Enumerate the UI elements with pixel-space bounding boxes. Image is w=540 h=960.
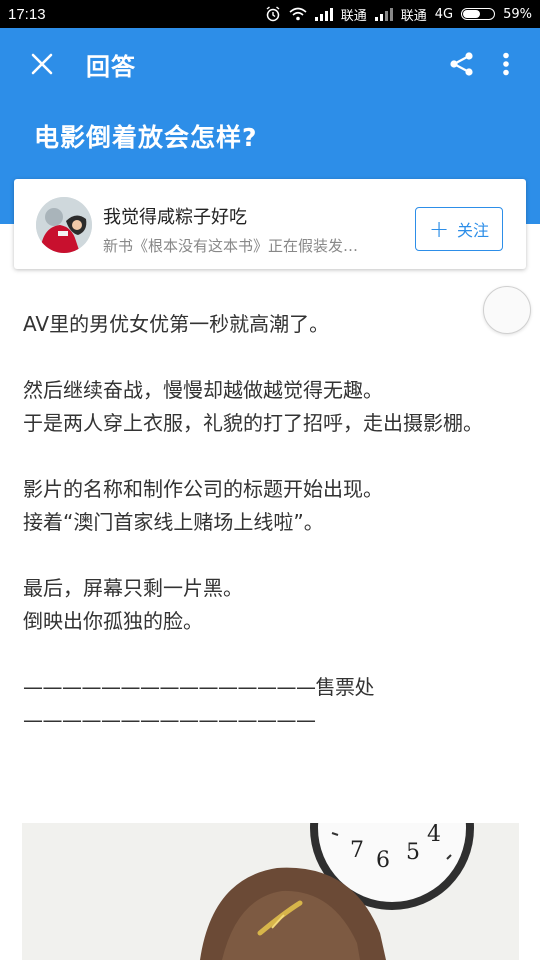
author-bio: 新书《根本没有这本书》正在假装发… (103, 237, 359, 255)
answer-paragraph: 最后，屏幕只剩一片黑。 倒映出你孤独的脸。 (23, 576, 243, 633)
follow-label: 关注 (457, 221, 490, 240)
signal-icon (374, 7, 393, 21)
question-title[interactable]: 电影倒着放会怎样? (34, 118, 258, 154)
carrier-2: 联通 (400, 8, 427, 24)
clock-digit: 7 (350, 838, 364, 863)
carrier-1: 联通 (340, 8, 367, 24)
avatar-image (36, 197, 92, 253)
network-type: 4G (434, 6, 454, 22)
author-card: 我觉得咸粽子好吃 新书《根本没有这本书》正在假装发… + 关注 (14, 179, 526, 269)
share-button[interactable] (440, 42, 484, 86)
share-icon (450, 52, 473, 76)
status-icons: 联通 联通 4G 59% (265, 5, 532, 24)
answer-paragraph: 然后继续奋战，慢慢却越做越觉得无趣。 于是两人穿上衣服，礼貌的打了招呼，走出摄影… (23, 378, 483, 435)
more-vertical-icon (503, 52, 509, 76)
clock-digit: 6 (376, 848, 390, 873)
answer-paragraph: 影片的名称和制作公司的标题开始出现。 接着“澳门首家线上赌场上线啦”。 (23, 477, 383, 534)
answer-photo: 7 6 5 4 (22, 823, 519, 960)
page-title: 回答 (86, 52, 136, 81)
plus-icon: + (428, 215, 450, 243)
battery-fill (463, 10, 480, 18)
close-button[interactable] (20, 42, 64, 86)
answer-body: AV里的男优女优第一秒就高潮了。 然后继续奋战，慢慢却越做越觉得无趣。 于是两人… (23, 308, 503, 737)
clock-digit: 4 (427, 823, 441, 847)
battery-text: 59% (503, 6, 532, 22)
more-button[interactable] (488, 42, 524, 86)
battery-icon (461, 8, 496, 20)
status-time: 17:13 (8, 5, 46, 23)
alarm-icon (266, 6, 280, 22)
status-bar: 17:13 联通 联通 4G 59% (0, 0, 540, 28)
clock-digit: 5 (406, 840, 420, 865)
answer-image[interactable]: 7 6 5 4 (22, 823, 519, 960)
answer-paragraph: ———————————————售票处 ——————————————— (23, 675, 375, 732)
avatar[interactable] (36, 197, 92, 253)
answer-paragraph: AV里的男优女优第一秒就高潮了。 (23, 312, 330, 336)
signal-icon (314, 7, 333, 21)
toolbar: 回答 (0, 28, 540, 100)
wifi-icon (289, 7, 307, 21)
close-icon (31, 53, 53, 75)
follow-button[interactable]: + 关注 (415, 207, 503, 251)
author-name[interactable]: 我觉得咸粽子好吃 (103, 203, 247, 229)
